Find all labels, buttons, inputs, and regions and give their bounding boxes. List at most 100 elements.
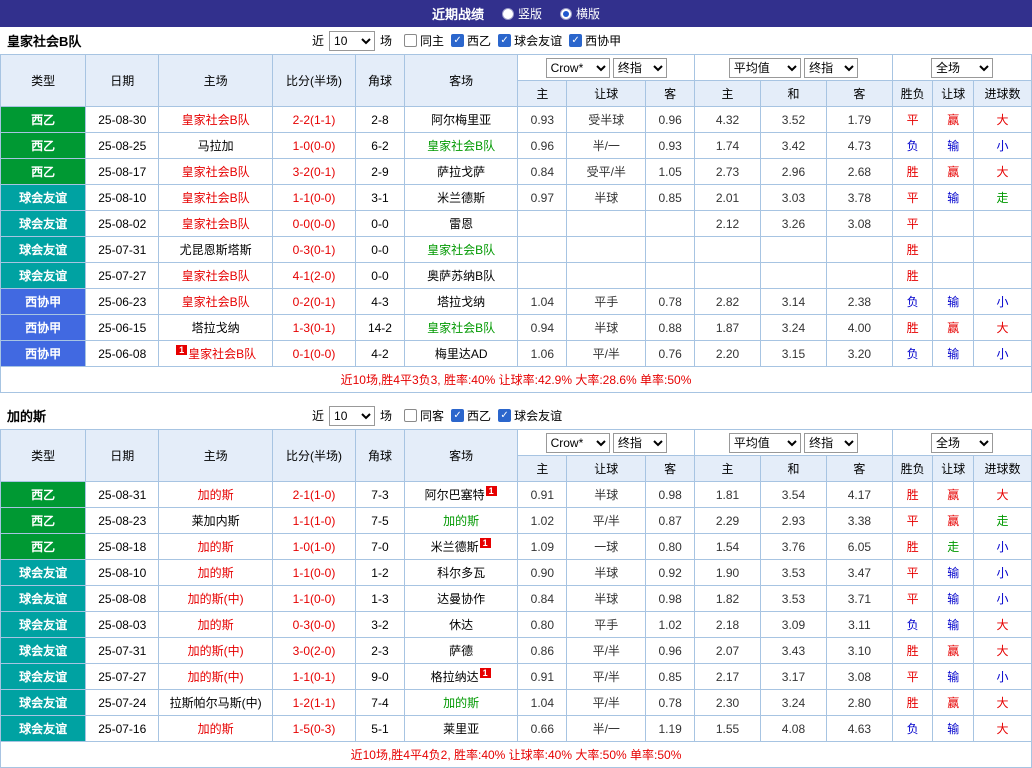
col-header-goals: 进球数 — [973, 80, 1032, 107]
radio-icon[interactable] — [501, 7, 514, 20]
match-row: 西协甲 25-06-23 皇家社会B队 0-2(0-1) 4-3 塔拉戈纳 1.04 平手 0.… — [0, 288, 1032, 315]
goals-result-cell: 大 — [973, 637, 1032, 664]
checkbox-icon[interactable] — [451, 34, 465, 47]
layout-radio-横版[interactable]: 横版 — [560, 5, 600, 22]
odds-home-cell: 0.96 — [517, 132, 568, 159]
team-label: 皇家社会B队 — [188, 347, 257, 361]
result-cell: 胜 — [891, 236, 934, 263]
handicap-cell: 受平/半 — [566, 158, 647, 185]
team-label: 雷恩 — [449, 217, 474, 231]
filter-checkbox[interactable]: 球会友谊 — [498, 407, 562, 424]
avg-away-cell: 3.20 — [825, 340, 893, 367]
away-team-cell: 阿尔梅里亚 — [403, 106, 519, 133]
corners-cell: 14-2 — [355, 314, 405, 341]
avg-home-cell: 2.12 — [694, 210, 761, 237]
col-header-odds-away: 客 — [645, 80, 696, 107]
team-label: 科尔多瓦 — [437, 566, 486, 580]
goals-result-cell — [973, 262, 1032, 289]
avg-home-cell: 4.32 — [694, 106, 761, 133]
filter-checkbox[interactable]: 同主 — [404, 32, 444, 49]
result-cell: 胜 — [891, 533, 934, 560]
checkbox-icon[interactable] — [498, 409, 512, 422]
filter-checkbox[interactable]: 西协甲 — [569, 32, 621, 49]
match-filters: 近 10 场 同主 西乙 球会友谊 西协甲 — [312, 30, 621, 51]
match-row: 球会友谊 25-08-02 皇家社会B队 0-0(0-0) 0-0 雷恩 2.12 3.26 3… — [0, 210, 1032, 237]
match-row: 球会友谊 25-08-08 加的斯(中) 1-1(0-0) 1-3 达曼协作 0.84 半球 0… — [0, 585, 1032, 612]
home-team-cell: 加的斯 — [158, 559, 273, 586]
odds-away-cell: 0.88 — [645, 314, 696, 341]
col-header-avg-away: 客 — [825, 455, 893, 482]
handicap-result-cell: 赢 — [932, 158, 975, 185]
score-cell: 0-1(0-0) — [271, 340, 357, 367]
checkbox-label: 球会友谊 — [514, 409, 563, 423]
average-select[interactable]: 平均值 — [728, 432, 801, 453]
result-cell: 平 — [891, 559, 934, 586]
layout-radio-竖版[interactable]: 竖版 — [501, 5, 542, 22]
col-header-handicap-result: 让球 — [932, 455, 975, 482]
checkbox-icon[interactable] — [498, 34, 512, 47]
odds-away-cell: 0.76 — [645, 340, 696, 367]
score-cell: 0-3(0-1) — [271, 236, 357, 263]
avg-away-cell: 3.08 — [825, 210, 893, 237]
bookmaker-select[interactable]: Crow* — [545, 432, 610, 453]
away-team-cell: 加的斯 — [403, 689, 519, 716]
goals-result-cell: 小 — [973, 132, 1032, 159]
result-cell: 负 — [891, 288, 934, 315]
corners-cell: 4-3 — [355, 288, 405, 315]
score-cell: 2-2(1-1) — [271, 106, 357, 133]
filter-checkbox[interactable]: 球会友谊 — [498, 32, 562, 49]
team-label: 拉斯帕尔马斯(中) — [169, 696, 262, 710]
average-select[interactable]: 平均值 — [728, 57, 801, 78]
scope-select[interactable]: 全场 — [930, 57, 993, 78]
average-time-select[interactable]: 终指 — [804, 432, 859, 453]
checkbox-label: 西协甲 — [585, 34, 622, 48]
goals-result-cell: 大 — [973, 481, 1032, 508]
away-team-cell: 塔拉戈纳 — [403, 288, 519, 315]
avg-draw-cell: 4.08 — [759, 715, 827, 742]
checkbox-icon[interactable] — [404, 409, 418, 422]
col-header-date: 日期 — [85, 54, 160, 107]
avg-draw-cell: 3.42 — [759, 132, 827, 159]
bookmaker-select[interactable]: Crow* — [545, 57, 610, 78]
odds-away-cell — [645, 262, 696, 289]
date-cell: 25-06-15 — [85, 314, 160, 341]
checkbox-label: 同主 — [420, 34, 445, 48]
col-header-odds-home: 主 — [517, 80, 568, 107]
filter-checkbox[interactable]: 西乙 — [451, 407, 491, 424]
team-label: 加的斯 — [197, 618, 234, 632]
avg-away-cell: 3.47 — [825, 559, 893, 586]
match-row: 球会友谊 25-07-31 加的斯(中) 3-0(2-0) 2-3 萨德 0.86 平/半 0.… — [0, 637, 1032, 664]
team-label: 加的斯(中) — [187, 644, 244, 658]
avg-draw-cell: 3.24 — [759, 689, 827, 716]
handicap-result-cell: 输 — [932, 715, 975, 742]
average-time-select[interactable]: 终指 — [804, 57, 859, 78]
goals-result-cell: 大 — [973, 314, 1032, 341]
odds-home-cell: 0.91 — [517, 481, 568, 508]
result-cell: 胜 — [891, 262, 934, 289]
checkbox-icon[interactable] — [451, 409, 465, 422]
bookmaker-time-select[interactable]: 终指 — [612, 57, 667, 78]
league-cell: 西协甲 — [0, 288, 87, 315]
radio-icon[interactable] — [560, 7, 572, 20]
recent-count-select[interactable]: 10 — [329, 405, 376, 426]
away-team-cell: 萨德 — [403, 637, 519, 664]
col-header-avg-draw: 和 — [759, 455, 827, 482]
avg-away-cell: 3.78 — [825, 184, 893, 211]
odds-away-cell: 0.78 — [645, 288, 696, 315]
scope-select[interactable]: 全场 — [930, 432, 993, 453]
bookmaker-time-select[interactable]: 终指 — [612, 432, 667, 453]
home-team-cell: 加的斯 — [158, 481, 273, 508]
filter-checkbox[interactable]: 西乙 — [451, 32, 491, 49]
handicap-result-cell: 赢 — [932, 481, 975, 508]
corners-cell: 0-0 — [355, 262, 405, 289]
handicap-result-cell: 输 — [932, 184, 975, 211]
checkbox-icon[interactable] — [404, 34, 418, 47]
goals-result-cell: 小 — [973, 585, 1032, 612]
handicap-result-cell: 输 — [932, 132, 975, 159]
avg-draw-cell: 3.52 — [759, 106, 827, 133]
recent-count-select[interactable]: 10 — [329, 30, 376, 51]
filter-checkbox[interactable]: 同客 — [404, 407, 444, 424]
league-cell: 西乙 — [0, 132, 87, 159]
team-label: 加的斯 — [443, 514, 480, 528]
checkbox-icon[interactable] — [569, 34, 583, 47]
